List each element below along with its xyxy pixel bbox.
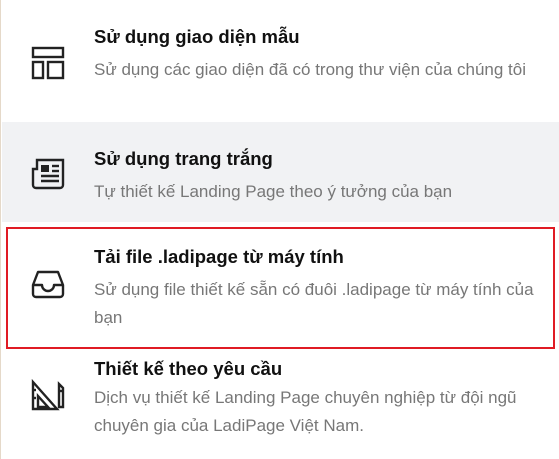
create-landing-page-options: Sử dụng giao diện mẫu Sử dụng các giao d… — [0, 0, 559, 459]
design-ruler-pencil-icon — [28, 376, 68, 416]
option-use-template[interactable]: Sử dụng giao diện mẫu Sử dụng các giao d… — [2, 0, 559, 122]
newspaper-icon — [28, 154, 68, 194]
option-description: Sử dụng các giao diện đã có trong thư vi… — [94, 60, 526, 79]
option-description: Tự thiết kế Landing Page theo ý tưởng củ… — [94, 182, 453, 201]
option-title: Sử dụng trang trắng — [94, 148, 273, 169]
layout-template-icon — [28, 43, 68, 83]
option-title: Thiết kế theo yêu cầu — [94, 358, 283, 379]
option-blank-page[interactable]: Sử dụng trang trắng Tự thiết kế Landing … — [2, 122, 559, 222]
option-design-on-request[interactable]: Thiết kế theo yêu cầu Dịch vụ thiết kế L… — [2, 352, 559, 459]
option-title: Sử dụng giao diện mẫu — [94, 26, 300, 47]
inbox-tray-icon — [28, 264, 68, 304]
option-title: Tải file .ladipage từ máy tính — [94, 246, 344, 267]
option-description: Sử dụng file thiết kế sẵn có đuôi .ladip… — [94, 280, 534, 327]
option-description: Dịch vụ thiết kế Landing Page chuyên ngh… — [94, 388, 517, 435]
option-upload-ladipage-file[interactable]: Tải file .ladipage từ máy tính Sử dụng f… — [2, 222, 559, 352]
